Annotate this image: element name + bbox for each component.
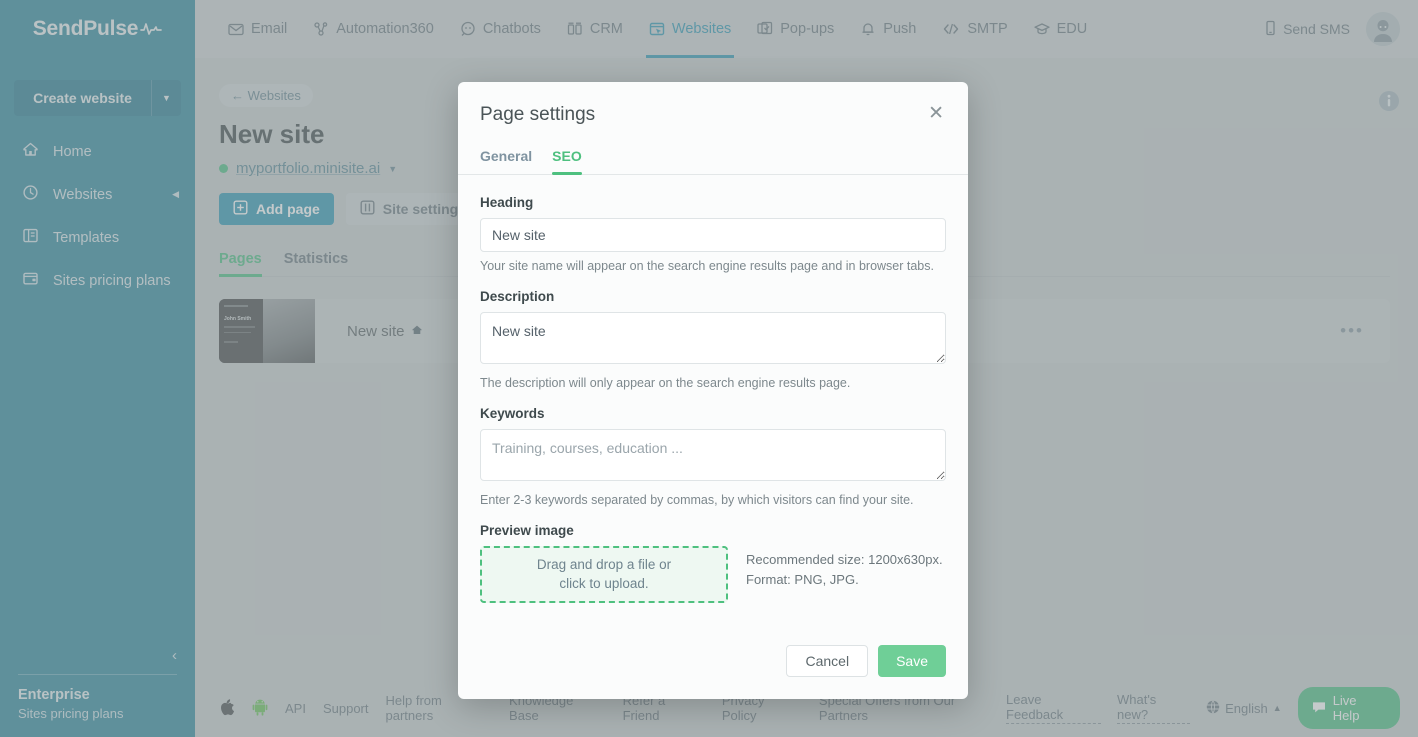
modal-header: Page settings ✕ [458,82,968,126]
modal-tabs: General SEO [458,148,968,175]
preview-image-info: Recommended size: 1200x630px. Format: PN… [746,546,943,590]
dropzone-line-1: Drag and drop a file or [536,556,672,572]
image-dropzone[interactable]: Drag and drop a file or click to upload. [480,546,728,603]
modal-footer: Cancel Save [458,619,968,699]
modal-title: Page settings [480,104,596,125]
heading-label: Heading [480,195,534,210]
format-text: Format: PNG, JPG. [746,572,859,588]
dropzone-line-2: click to upload. [559,575,649,591]
description-textarea[interactable] [480,312,946,364]
preview-image-group: Preview image Drag and drop a file or cl… [480,523,946,603]
keywords-hint: Enter 2-3 keywords separated by commas, … [480,493,914,507]
keywords-textarea[interactable] [480,429,946,481]
recommended-size-text: Recommended size: 1200x630px. [746,552,943,567]
modal-body: Heading Your site name will appear on th… [458,175,968,619]
description-hint: The description will only appear on the … [480,376,851,390]
modal-tab-general[interactable]: General [480,148,532,174]
cancel-button[interactable]: Cancel [786,645,869,677]
keywords-label: Keywords [480,406,545,421]
description-label: Description [480,289,555,304]
heading-field-group: Heading Your site name will appear on th… [480,195,946,273]
description-field-group: Description The description will only ap… [480,289,946,390]
close-icon[interactable]: ✕ [928,104,944,123]
save-button[interactable]: Save [878,645,946,677]
keywords-field-group: Keywords Enter 2-3 keywords separated by… [480,406,946,507]
heading-hint: Your site name will appear on the search… [480,259,934,273]
heading-input[interactable] [480,218,946,252]
modal-tab-seo[interactable]: SEO [552,148,582,175]
page-settings-modal: Page settings ✕ General SEO Heading Your… [458,82,968,699]
preview-image-label: Preview image [480,523,574,538]
